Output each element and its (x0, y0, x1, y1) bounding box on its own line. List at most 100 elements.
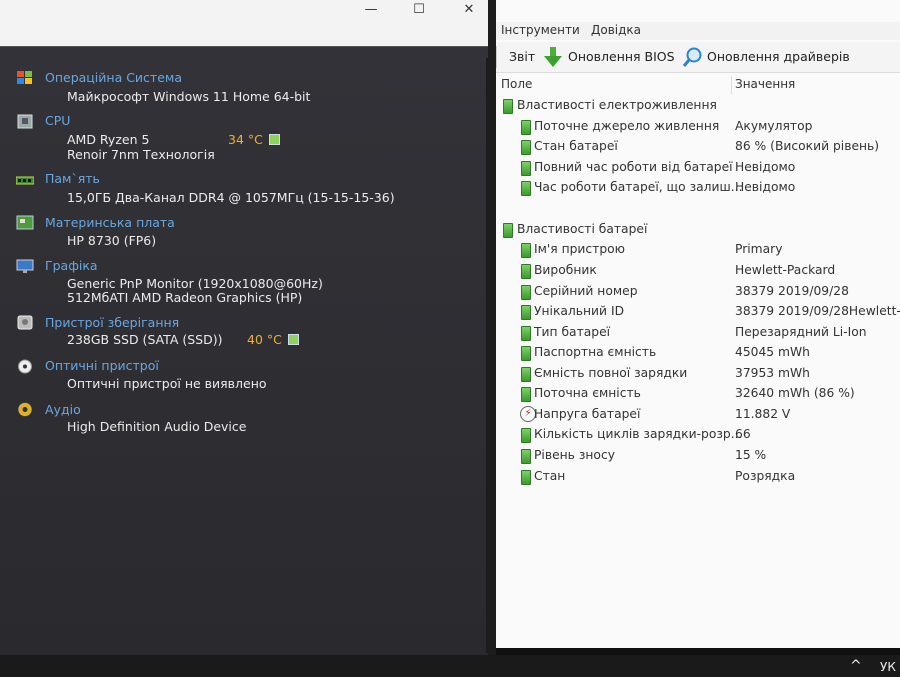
battery-icon (521, 181, 531, 196)
section-title-os[interactable]: Операційна Система (45, 70, 182, 85)
monitor-icon (16, 259, 34, 273)
cpu-temperature: 34 °C (228, 132, 280, 147)
left-titlebar: — ☐ ✕ (0, 0, 493, 46)
menu-tools[interactable]: Інструменти (501, 23, 580, 37)
row-field: Кількість циклів зарядки-розр... (534, 427, 743, 441)
column-value[interactable]: Значення (735, 77, 795, 91)
magnifier-icon[interactable] (682, 46, 704, 68)
cpu-icon (17, 114, 33, 129)
row-value: 37953 mWh (735, 366, 810, 380)
table-row[interactable]: Ємність повної зарядки 37953 mWh (496, 364, 900, 384)
section-title-audio[interactable]: Аудіо (45, 402, 81, 417)
row-field: Ємність повної зарядки (534, 366, 688, 380)
audio-value: High Definition Audio Device (67, 419, 247, 434)
table-row[interactable]: ⚡ Напруга батареї 11.882 V (496, 405, 900, 425)
battery-icon (521, 326, 531, 341)
battery-icon (521, 449, 531, 464)
row-field: Тип батареї (534, 325, 611, 339)
table-row[interactable]: Рівень зносу 15 % (496, 446, 900, 466)
toolbar: Звіт Оновлення BIOS Оновлення драйверів (496, 42, 900, 73)
section-title-storage[interactable]: Пристрої зберігання (45, 315, 179, 330)
column-separator[interactable] (731, 76, 732, 94)
row-field: Стан батареї (534, 139, 618, 153)
row-value: 38379 2019/09/28 (735, 284, 849, 298)
row-field: Ім'я пристрою (534, 242, 626, 256)
battery-icon (521, 387, 531, 402)
temperature-graph-icon[interactable] (287, 334, 299, 345)
maximize-button[interactable]: ☐ (396, 0, 442, 22)
menu-help[interactable]: Довідка (591, 23, 641, 37)
row-value: 86 % (Високий рівень) (735, 139, 880, 153)
row-field: Виробник (534, 263, 597, 277)
storage-temperature: 40 °C (247, 332, 299, 347)
row-field: Час роботи батареї, що залиш... (534, 180, 743, 194)
ram-icon (16, 176, 34, 185)
driver-update-button[interactable]: Оновлення драйверів (707, 49, 850, 64)
section-title-cpu[interactable]: CPU (45, 113, 70, 128)
table-row[interactable]: Тип батареї Перезарядний Li-Ion (496, 323, 900, 343)
cpu-model: AMD Ryzen 5 (67, 132, 150, 147)
taskbar: ^ УК (0, 655, 900, 677)
download-arrow-icon[interactable] (543, 46, 563, 68)
bios-update-button[interactable]: Оновлення BIOS (568, 49, 675, 64)
section-title-motherboard[interactable]: Материнська плата (45, 215, 175, 230)
ram-value: 15,0ГБ Два-Канал DDR4 @ 1057МГц (15-15-1… (67, 190, 395, 205)
section-title-optical[interactable]: Оптичні пристрої (45, 358, 159, 373)
row-value: Розрядка (735, 469, 796, 483)
table-row[interactable]: Стан батареї 86 % (Високий рівень) (496, 137, 900, 157)
table-row[interactable]: Повний час роботи від батареї Невідомо (496, 158, 900, 178)
row-value: 32640 mWh (86 %) (735, 386, 855, 400)
row-value: 38379 2019/09/28Hewlett-Pa (735, 304, 900, 318)
report-button[interactable]: Звіт (509, 49, 535, 64)
column-field[interactable]: Поле (501, 77, 532, 91)
battery-icon (521, 346, 531, 361)
group-battery-properties[interactable]: Властивості батареї (496, 220, 900, 240)
language-indicator[interactable]: УК (880, 660, 896, 674)
tray-chevron-icon[interactable]: ^ (850, 658, 862, 674)
battery-icon (521, 120, 531, 135)
row-field: Поточна ємність (534, 386, 641, 400)
temperature-graph-icon[interactable] (268, 134, 280, 145)
table-row[interactable]: Час роботи батареї, що залиш... Невідомо (496, 178, 900, 198)
toolbar-separator (496, 46, 497, 68)
section-title-ram[interactable]: Пам`ять (45, 171, 100, 186)
row-field: Стан (534, 469, 566, 483)
menu-bar: Інструменти Довідка (496, 22, 900, 40)
row-field: Повний час роботи від батареї (534, 160, 733, 174)
table-row[interactable]: Кількість циклів зарядки-розр... 66 (496, 425, 900, 445)
cpu-tech: Renoir 7nm Технологія (67, 147, 215, 162)
section-title-graphics[interactable]: Графіка (45, 258, 98, 273)
row-value: Невідомо (735, 180, 796, 194)
row-field: Рівень зносу (534, 448, 615, 462)
motherboard-value: HP 8730 (FP6) (67, 233, 157, 248)
table-row[interactable]: Серійний номер 38379 2019/09/28 (496, 282, 900, 302)
audio-icon (18, 402, 32, 417)
row-value: Невідомо (735, 160, 796, 174)
table-row[interactable]: Стан Розрядка (496, 467, 900, 487)
row-value: Primary (735, 242, 783, 256)
battery-icon (521, 305, 531, 320)
table-row[interactable]: Унікальний ID 38379 2019/09/28Hewlett-Pa (496, 302, 900, 322)
battery-icon (521, 367, 531, 382)
close-button[interactable]: ✕ (446, 0, 492, 22)
battery-icon (503, 223, 513, 238)
os-value: Майкрософт Windows 11 Home 64-bit (67, 89, 311, 104)
row-field: Унікальний ID (534, 304, 625, 318)
row-value: 66 (735, 427, 751, 441)
table-row[interactable]: Паспортна ємність 45045 mWh (496, 343, 900, 363)
speccy-window: — ☐ ✕ Операційна Система Майкрософт Wind… (0, 0, 493, 656)
window-divider (488, 0, 496, 655)
group-title: Властивості батареї (517, 222, 648, 236)
table-row[interactable]: Поточне джерело живлення Акумулятор (496, 117, 900, 137)
group-power-properties[interactable]: Властивості електроживлення (496, 96, 900, 116)
battery-icon (521, 243, 531, 258)
minimize-button[interactable]: — (348, 0, 394, 22)
table-row[interactable]: Ім'я пристрою Primary (496, 240, 900, 260)
table-row[interactable]: Поточна ємність 32640 mWh (86 %) (496, 384, 900, 404)
row-value: 15 % (735, 448, 767, 462)
table-row[interactable]: Виробник Hewlett-Packard (496, 261, 900, 281)
battery-icon (521, 140, 531, 155)
storage-icon (17, 315, 33, 330)
row-value: Перезарядний Li-Ion (735, 325, 867, 339)
row-field: Паспортна ємність (534, 345, 657, 359)
